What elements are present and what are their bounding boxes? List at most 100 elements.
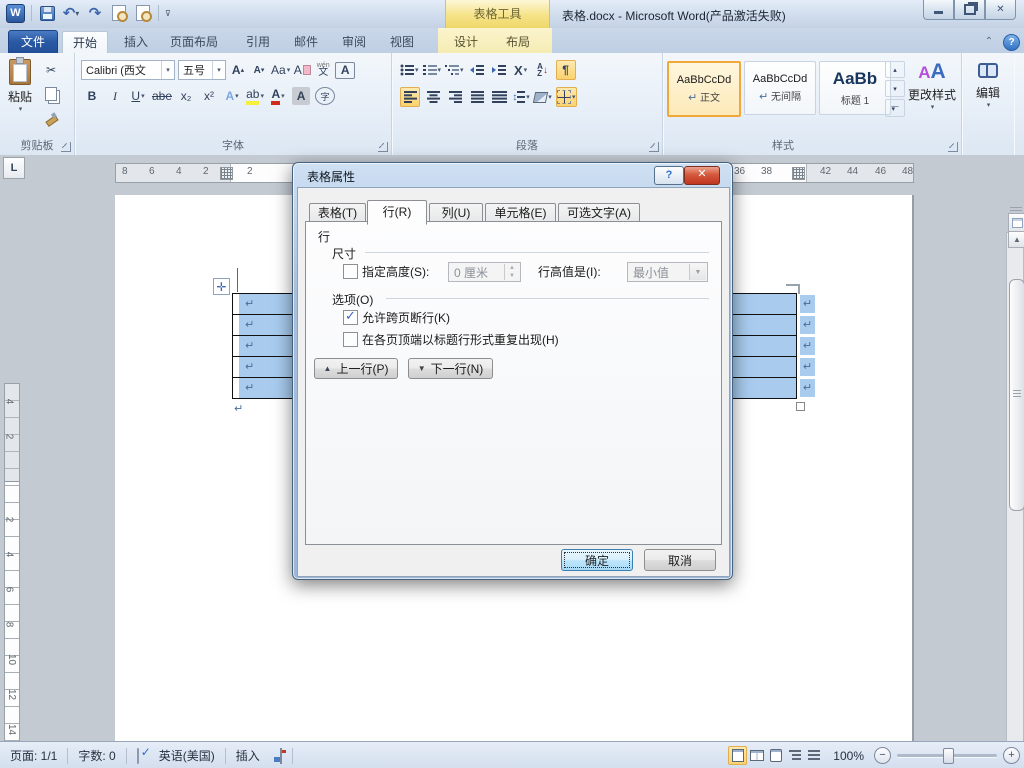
dialog-help-button[interactable]: ? [654, 166, 684, 185]
clipboard-dialog-launcher[interactable] [61, 142, 71, 152]
align-center-button[interactable] [424, 88, 442, 106]
dialog-tab-row[interactable]: 行(R) [367, 200, 427, 225]
specify-height-checkbox[interactable] [343, 264, 358, 279]
tab-mailings[interactable]: 邮件 [284, 31, 328, 53]
repeat-header-checkbox[interactable] [343, 332, 358, 347]
allow-row-break-checkbox[interactable]: ✓ [343, 308, 358, 325]
multilevel-list-button[interactable]: ▾ [445, 61, 464, 79]
view-outline-button[interactable] [785, 746, 804, 765]
character-shading-button[interactable]: A [292, 87, 311, 105]
word-count[interactable]: 字数: 0 [68, 747, 125, 764]
font-color-button[interactable]: A ▾ [269, 87, 287, 105]
table-resize-handle[interactable] [796, 402, 805, 411]
clear-formatting-button[interactable]: A [293, 61, 311, 79]
print-preview-button[interactable] [110, 4, 128, 22]
tab-table-design[interactable]: 设计 [444, 31, 488, 53]
next-row-button[interactable]: ▼ 下一行(N) [408, 358, 493, 379]
distribute-button[interactable] [490, 88, 508, 106]
styles-dialog-launcher[interactable] [948, 142, 958, 152]
scroll-up-button[interactable]: ▲ [1008, 231, 1024, 248]
save-button[interactable] [38, 4, 56, 22]
tab-home[interactable]: 开始 [62, 31, 109, 54]
tab-view[interactable]: 视图 [380, 31, 424, 53]
view-draft-button[interactable] [804, 746, 823, 765]
tab-stop-selector[interactable]: L [3, 157, 25, 179]
copy-button[interactable] [42, 85, 60, 103]
increase-indent-button[interactable] [490, 61, 508, 79]
decrease-indent-button[interactable] [468, 61, 486, 79]
align-right-button[interactable] [446, 88, 464, 106]
table-move-handle[interactable]: ✛ [213, 278, 230, 295]
style-card-normal[interactable]: AaBbCcDd ↵ 正文 [667, 61, 741, 117]
undo-button[interactable]: ↶ ▾ [62, 4, 80, 22]
enclose-characters-button[interactable]: 字 [315, 87, 336, 105]
zoom-level[interactable]: 100% [823, 749, 866, 763]
view-print-layout-button[interactable] [728, 746, 748, 765]
paste-button[interactable]: 粘贴 ▾ [4, 57, 36, 113]
close-button[interactable]: ✕ [985, 0, 1016, 20]
style-card-no-spacing[interactable]: AaBbCcDd ↵ 无间隔 [744, 61, 816, 115]
subscript-button[interactable]: x₂ [177, 87, 195, 105]
highlight-button[interactable]: ab ▾ [246, 87, 264, 105]
bullets-button[interactable]: ▾ [400, 61, 419, 79]
tab-table-layout[interactable]: 布局 [496, 31, 540, 53]
justify-button[interactable] [468, 88, 486, 106]
text-effects-button[interactable]: A ▾ [223, 87, 241, 105]
styles-scroll-down-button[interactable]: ▾ [885, 80, 905, 97]
shrink-font-button[interactable]: A ▾ [250, 61, 268, 79]
sort-button[interactable]: A Z ↓ [534, 61, 552, 79]
view-web-layout-button[interactable] [766, 746, 785, 765]
macro-record-button[interactable] [270, 747, 292, 764]
line-spacing-button[interactable]: ↕ ▾ [512, 88, 530, 106]
tab-references[interactable]: 引用 [236, 31, 280, 53]
scrollbar-track[interactable]: ▲ [1006, 207, 1024, 741]
table-column-marker[interactable] [220, 167, 233, 180]
asian-layout-button[interactable]: X ▾ [512, 61, 530, 79]
scrollbar-thumb[interactable] [1009, 279, 1024, 511]
tab-insert[interactable]: 插入 [114, 31, 158, 53]
cancel-button[interactable]: 取消 [644, 549, 716, 571]
tab-review[interactable]: 审阅 [332, 31, 376, 53]
align-left-button[interactable] [400, 87, 420, 107]
grow-font-button[interactable]: A ▴ [229, 61, 247, 79]
minimize-ribbon-button[interactable]: ⌃ [981, 36, 997, 50]
numbering-button[interactable]: ▾ [422, 61, 441, 79]
show-hide-marks-button[interactable]: ¶ [555, 60, 576, 80]
view-fullscreen-reading-button[interactable] [747, 746, 766, 765]
zoom-out-button[interactable]: − [874, 747, 891, 764]
phonetic-guide-button[interactable]: wén 文 [314, 61, 332, 79]
borders-button[interactable]: ▾ [556, 87, 577, 107]
superscript-button[interactable]: x² [200, 87, 218, 105]
font-size-combo[interactable]: 五号 ▾ [178, 60, 226, 80]
character-border-button[interactable]: A [335, 61, 356, 79]
previous-row-button[interactable]: ▲ 上一行(P) [314, 358, 398, 379]
style-card-heading1[interactable]: AaBb 标题 1 [819, 61, 891, 115]
change-styles-button[interactable]: AA 更改样式 ▾ [907, 61, 957, 111]
redo-button[interactable]: ↷ [86, 4, 104, 22]
zoom-in-button[interactable]: + [1003, 747, 1020, 764]
zoom-slider-thumb[interactable] [943, 748, 954, 764]
paragraph-dialog-launcher[interactable] [649, 142, 659, 152]
underline-button[interactable]: U ▾ [129, 87, 147, 105]
zoom-slider-track[interactable] [897, 748, 997, 764]
font-dialog-launcher[interactable] [378, 142, 388, 152]
styles-scroll-up-button[interactable]: ▴ [885, 61, 905, 78]
ok-button[interactable]: 确定 [561, 549, 633, 571]
table-column-marker[interactable] [792, 167, 805, 180]
italic-button[interactable]: I [106, 87, 124, 105]
page-indicator[interactable]: 页面: 1/1 [0, 747, 67, 764]
editing-button[interactable]: 编辑 ▾ [968, 63, 1008, 109]
quick-print-button[interactable] [134, 4, 152, 22]
word-logo-icon[interactable]: W [6, 3, 25, 23]
bold-button[interactable]: B [83, 87, 101, 105]
split-handle[interactable] [1010, 207, 1022, 212]
minimize-button[interactable] [923, 0, 954, 20]
cut-button[interactable]: ✂ [42, 61, 60, 79]
dialog-close-button[interactable]: ✕ [684, 166, 720, 185]
styles-more-button[interactable]: — ▾ [885, 99, 905, 117]
language-indicator[interactable]: 英语(美国) [149, 747, 225, 764]
shading-button[interactable]: ▾ [533, 88, 552, 106]
proofing-status[interactable] [127, 747, 149, 764]
ruler-toggle-button[interactable] [1008, 213, 1024, 232]
help-button[interactable]: ? [1003, 34, 1020, 51]
